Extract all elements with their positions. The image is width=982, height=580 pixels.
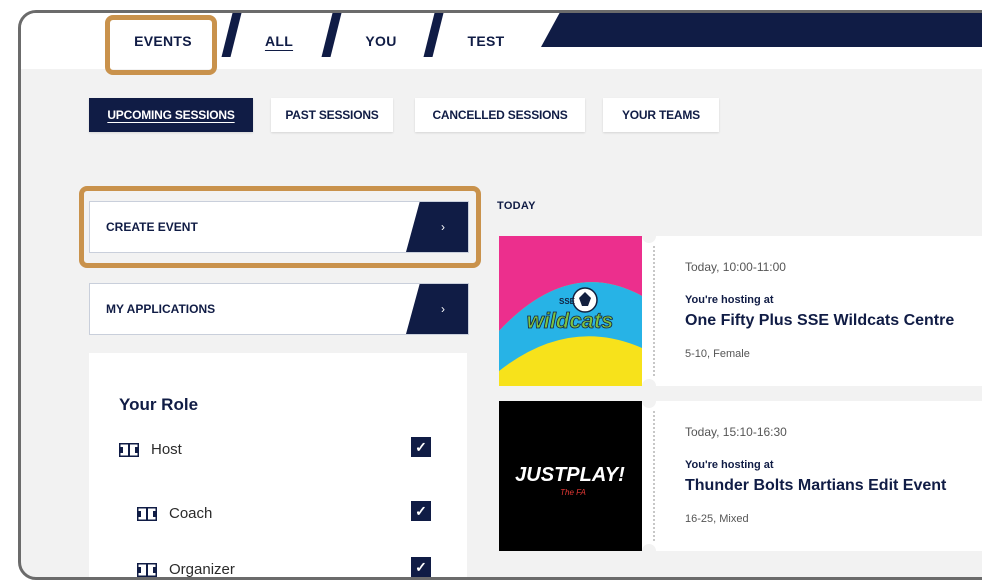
role-panel-title: Your Role	[119, 395, 199, 414]
role-row-host[interactable]: Host ✓	[89, 435, 467, 465]
tab-divider	[321, 13, 342, 57]
ticket-notch	[642, 394, 656, 408]
pitch-icon	[137, 563, 157, 577]
tab-divider	[423, 13, 444, 57]
section-heading-today: TODAY	[497, 200, 536, 212]
svg-text:wildcats: wildcats	[527, 308, 614, 333]
tab-your-teams[interactable]: YOUR TEAMS	[603, 98, 719, 132]
event-venue[interactable]: One Fifty Plus SSE Wildcats Centre	[685, 312, 954, 330]
role-row-organizer[interactable]: Organizer ✓	[89, 555, 467, 578]
role-checkbox-coach[interactable]: ✓	[411, 501, 431, 521]
ticket-notch	[642, 379, 656, 393]
tab-you[interactable]: YOU	[351, 13, 411, 69]
event-time: Today, 10:00-11:00	[685, 260, 786, 274]
ticket-notch	[642, 544, 656, 558]
tab-past-sessions[interactable]: PAST SESSIONS	[271, 98, 393, 132]
event-meta: 5-10, Female	[685, 348, 750, 360]
header-navy-band	[541, 13, 982, 47]
role-label-host: Host	[151, 441, 182, 458]
role-filter-panel: Your Role Host ✓ Coach ✓ Organizer ✓	[89, 353, 467, 578]
svg-text:JUSTPLAY!: JUSTPLAY!	[515, 464, 625, 486]
event-time: Today, 15:10-16:30	[685, 425, 787, 439]
event-card[interactable]: SSE wildcats Today, 10:00-11:00 You're h…	[499, 229, 982, 393]
justplay-logo: JUSTPLAY! The FA	[499, 401, 642, 551]
event-venue[interactable]: Thunder Bolts Martians Edit Event	[685, 477, 946, 495]
role-checkbox-organizer[interactable]: ✓	[411, 557, 431, 577]
tab-upcoming-sessions[interactable]: UPCOMING SESSIONS	[89, 98, 253, 132]
ticket-notch	[642, 229, 656, 243]
role-label-organizer: Organizer	[169, 561, 235, 578]
svg-text:The FA: The FA	[560, 488, 586, 497]
role-label-coach: Coach	[169, 505, 213, 522]
hosting-label: You're hosting at	[685, 294, 774, 306]
pitch-icon	[137, 507, 157, 521]
app-frame: EVENTS ALL YOU TEST UPCOMING SESSIONS PA…	[18, 10, 982, 580]
tab-test[interactable]: TEST	[451, 13, 521, 69]
create-event-highlight	[79, 186, 481, 268]
wildcats-logo: SSE wildcats	[499, 236, 642, 386]
pitch-icon	[119, 443, 139, 457]
tab-all[interactable]: ALL	[249, 13, 309, 69]
event-card[interactable]: JUSTPLAY! The FA Today, 15:10-16:30 You'…	[499, 394, 982, 558]
chevron-right-icon: ›	[406, 284, 468, 334]
ticket-perforation	[653, 246, 655, 376]
role-row-coach[interactable]: Coach ✓	[89, 499, 467, 529]
ticket-perforation	[653, 411, 655, 541]
my-applications-button[interactable]: MY APPLICATIONS ›	[89, 283, 469, 335]
hosting-label: You're hosting at	[685, 459, 774, 471]
my-applications-label: MY APPLICATIONS	[106, 302, 216, 316]
tab-cancelled-sessions[interactable]: CANCELLED SESSIONS	[415, 98, 585, 132]
svg-text:SSE: SSE	[559, 297, 576, 306]
event-meta: 16-25, Mixed	[685, 513, 749, 525]
events-tab-highlight	[105, 15, 217, 75]
tab-divider	[221, 13, 242, 57]
role-checkbox-host[interactable]: ✓	[411, 437, 431, 457]
